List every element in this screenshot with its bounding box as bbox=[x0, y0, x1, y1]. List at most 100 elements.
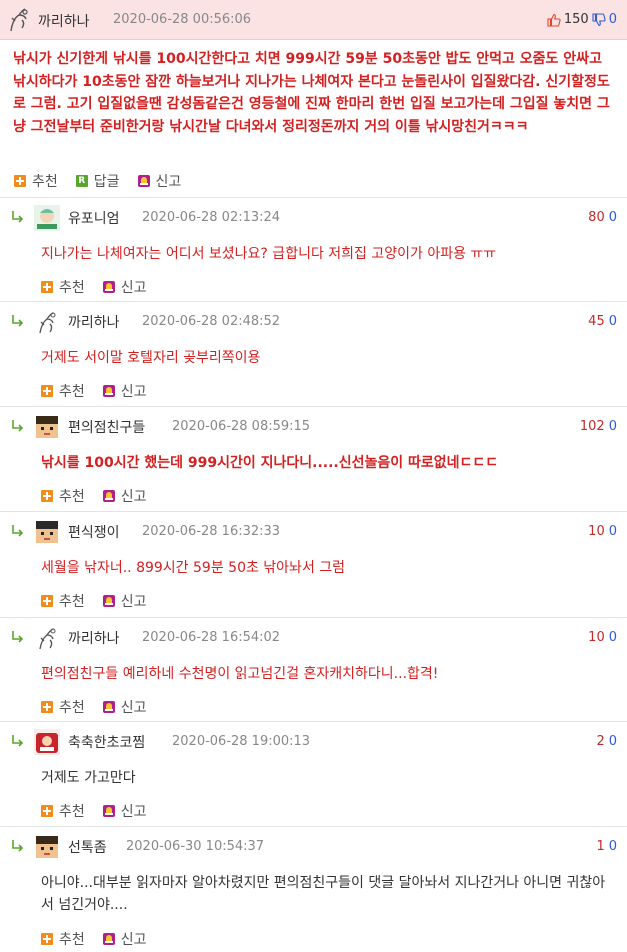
comment-votes: 20 bbox=[596, 734, 617, 749]
report-button[interactable]: 신고 bbox=[102, 801, 147, 821]
comment-text: 편의점친구들 예리하네 수천명이 읽고넘긴걸 혼자캐치하다니...합격! bbox=[41, 666, 439, 682]
thumbs-up-icon[interactable] bbox=[547, 13, 561, 27]
commenter-nickname[interactable]: 선톡좀 bbox=[68, 837, 107, 857]
plus-icon bbox=[41, 281, 53, 293]
report-button[interactable]: 신고 bbox=[102, 381, 147, 401]
comment-actions: 추천 신고 bbox=[41, 801, 165, 821]
reply-arrow-icon bbox=[12, 525, 24, 537]
siren-icon bbox=[102, 933, 115, 945]
plus-icon bbox=[41, 385, 53, 397]
plus-icon bbox=[14, 175, 26, 187]
comment-up-count: 80 bbox=[588, 210, 605, 225]
comment-down-count: 0 bbox=[608, 314, 617, 329]
siren-icon bbox=[137, 175, 150, 187]
comment-down-count: 0 bbox=[608, 630, 617, 645]
comment-up-count: 45 bbox=[588, 314, 605, 329]
post-date: 2020-06-28 00:56:06 bbox=[113, 12, 252, 27]
recommend-label: 추천 bbox=[59, 932, 85, 948]
author-avatar-icon[interactable] bbox=[6, 6, 32, 34]
commenter-avatar-icon[interactable] bbox=[34, 205, 60, 231]
commenter-nickname[interactable]: 편의점친구들 bbox=[68, 417, 145, 437]
siren-icon bbox=[102, 385, 115, 397]
comment-item: 유포니엄 2020-06-28 02:13:24 80 0 지나가는 나체여자는 … bbox=[0, 197, 627, 301]
commenter-avatar-icon[interactable] bbox=[34, 625, 60, 651]
comment-actions: 추천 신고 bbox=[41, 486, 165, 506]
comment-down-count: 0 bbox=[608, 210, 617, 225]
commenter-avatar-icon[interactable] bbox=[34, 834, 60, 860]
comment-item: 편식쟁이 2020-06-28 16:32:33 10 0 세월을 낚자너.. 8… bbox=[0, 511, 627, 617]
author-nickname[interactable]: 까리하나 bbox=[38, 11, 90, 31]
comment-date: 2020-06-28 16:32:33 bbox=[142, 524, 281, 539]
report-label: 신고 bbox=[120, 804, 147, 820]
report-label: 신고 bbox=[155, 174, 182, 190]
plus-icon bbox=[41, 595, 53, 607]
post-votes: 150 0 bbox=[547, 12, 617, 27]
comment-votes: 10 0 bbox=[588, 630, 617, 645]
comment-date: 2020-06-28 02:48:52 bbox=[142, 314, 281, 329]
siren-icon bbox=[102, 490, 115, 502]
comment-item: 까리하나 2020-06-28 02:48:52 45 0 거제도 서이말 호텔자… bbox=[0, 301, 627, 406]
comment-down-count: 0 bbox=[608, 524, 617, 539]
recommend-button[interactable]: 추천 bbox=[41, 801, 85, 821]
commenter-nickname[interactable]: 까리하나 bbox=[68, 312, 120, 332]
downvote-count: 0 bbox=[608, 12, 617, 27]
plus-icon bbox=[41, 490, 53, 502]
siren-icon bbox=[102, 805, 115, 817]
comment-date: 2020-06-28 16:54:02 bbox=[142, 630, 281, 645]
report-button[interactable]: 신고 bbox=[137, 171, 182, 191]
comment-votes: 45 0 bbox=[588, 314, 617, 329]
recommend-label: 추천 bbox=[59, 804, 85, 820]
thumbs-down-icon[interactable] bbox=[592, 12, 606, 27]
reply-arrow-icon bbox=[12, 420, 24, 432]
commenter-nickname[interactable]: 까리하나 bbox=[68, 628, 120, 648]
report-label: 신고 bbox=[120, 700, 147, 716]
report-button[interactable]: 신고 bbox=[102, 277, 147, 297]
report-button[interactable]: 신고 bbox=[102, 591, 147, 611]
recommend-button[interactable]: 추천 bbox=[41, 929, 85, 949]
recommend-label: 추천 bbox=[59, 280, 85, 296]
plus-icon bbox=[41, 805, 53, 817]
comment-up-count: 10 bbox=[588, 524, 605, 539]
report-button[interactable]: 신고 bbox=[102, 697, 147, 717]
report-button[interactable]: 신고 bbox=[102, 929, 147, 949]
reply-arrow-icon bbox=[12, 840, 24, 852]
comment-votes: 80 0 bbox=[588, 210, 617, 225]
recommend-button[interactable]: 추천 bbox=[41, 381, 85, 401]
comment-item: 축축한초코찜 2020-06-28 19:00:13 20 거제도 가고만다 추… bbox=[0, 721, 627, 826]
recommend-button[interactable]: 추천 bbox=[41, 486, 85, 506]
recommend-label: 추천 bbox=[59, 489, 85, 505]
post-header: 까리하나 2020-06-28 00:56:06 150 0 bbox=[0, 0, 627, 40]
comment-votes: 102 0 bbox=[580, 419, 617, 434]
reply-icon: R bbox=[75, 175, 88, 187]
recommend-button[interactable]: 추천 bbox=[41, 591, 85, 611]
reply-button[interactable]: R 답글 bbox=[75, 171, 120, 191]
comment-up-count: 10 bbox=[588, 630, 605, 645]
commenter-avatar-icon[interactable] bbox=[34, 414, 60, 440]
comment-text: 낚시를 100시간 했는데 999시간이 지나다니.....신선놀음이 따로없네… bbox=[41, 455, 499, 471]
recommend-button[interactable]: 추천 bbox=[41, 697, 85, 717]
comment-date: 2020-06-28 08:59:15 bbox=[172, 419, 311, 434]
commenter-avatar-icon[interactable] bbox=[34, 309, 60, 335]
comment-actions: 추천 신고 bbox=[41, 381, 165, 401]
commenter-avatar-icon[interactable] bbox=[34, 519, 60, 545]
report-label: 신고 bbox=[120, 594, 147, 610]
comment-actions: 추천 신고 bbox=[41, 277, 165, 297]
report-button[interactable]: 신고 bbox=[102, 486, 147, 506]
commenter-nickname[interactable]: 편식쟁이 bbox=[68, 522, 120, 542]
comment-votes: 10 bbox=[596, 839, 617, 854]
comment-date: 2020-06-28 02:13:24 bbox=[142, 210, 281, 225]
commenter-nickname[interactable]: 유포니엄 bbox=[68, 208, 120, 228]
plus-icon bbox=[41, 933, 53, 945]
comment-text: 지나가는 나체여자는 어디서 보셨나요? 급합니다 저희집 고양이가 아파용 ㅠ… bbox=[41, 246, 497, 262]
recommend-button[interactable]: 추천 bbox=[14, 171, 58, 191]
comment-votes: 10 0 bbox=[588, 524, 617, 539]
plus-icon bbox=[41, 701, 53, 713]
report-label: 신고 bbox=[120, 280, 147, 296]
commenter-avatar-icon[interactable] bbox=[34, 729, 60, 755]
recommend-button[interactable]: 추천 bbox=[41, 277, 85, 297]
recommend-label: 추천 bbox=[59, 384, 85, 400]
comment-item: 까리하나 2020-06-28 16:54:02 10 0 편의점친구들 예리하네… bbox=[0, 617, 627, 721]
commenter-nickname[interactable]: 축축한초코찜 bbox=[68, 732, 145, 752]
reply-arrow-icon bbox=[12, 735, 24, 747]
comment-up-count: 102 bbox=[579, 419, 605, 434]
